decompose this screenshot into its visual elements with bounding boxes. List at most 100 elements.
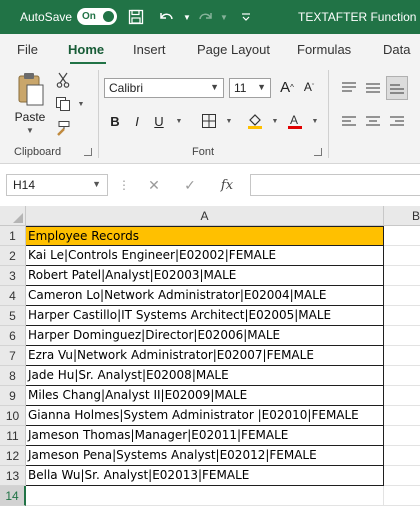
autosave-state: On xyxy=(82,11,96,22)
row-header[interactable]: 10 xyxy=(0,406,26,426)
borders-icon[interactable] xyxy=(198,110,220,132)
cell-b[interactable] xyxy=(384,246,420,266)
redo-icon[interactable] xyxy=(196,7,216,27)
row-header[interactable]: 14 xyxy=(0,486,26,506)
align-left-icon[interactable] xyxy=(338,112,360,132)
align-right-icon[interactable] xyxy=(386,112,408,132)
row-header[interactable]: 2 xyxy=(0,246,26,266)
table-row[interactable]: Miles Chang|Analyst II|E02009|MALE xyxy=(26,386,384,406)
cell-b[interactable] xyxy=(384,346,420,366)
copy-dropdown-icon[interactable]: ▼ xyxy=(70,94,92,114)
enter-icon[interactable]: ✓ xyxy=(178,174,202,196)
select-all-button[interactable] xyxy=(0,206,26,226)
table-row[interactable]: Bella Wu|Sr. Analyst|E02013|FEMALE xyxy=(26,466,384,486)
undo-icon[interactable] xyxy=(156,7,176,27)
chevron-down-icon: ▼ xyxy=(257,82,266,92)
tab-insert[interactable]: Insert xyxy=(133,42,166,57)
tab-page-layout[interactable]: Page Layout xyxy=(197,42,270,57)
table-row[interactable]: Cameron Lo|Network Administrator|E02004|… xyxy=(26,286,384,306)
tab-data[interactable]: Data xyxy=(383,42,410,57)
svg-text:A: A xyxy=(290,113,298,127)
formula-bar-splitter[interactable]: ⋮ xyxy=(118,178,130,192)
cell-b[interactable] xyxy=(384,266,420,286)
ribbon: Paste ▼ ▼ Clipboard Calibri ▼ 11 ▼ A ^ Aˇ… xyxy=(0,64,420,164)
clipboard-launcher-icon[interactable] xyxy=(84,148,92,156)
font-launcher-icon[interactable] xyxy=(314,148,322,156)
save-icon[interactable] xyxy=(126,7,146,27)
tab-formulas[interactable]: Formulas xyxy=(297,42,351,57)
align-center-icon[interactable] xyxy=(362,112,384,132)
increase-font-size-icon[interactable]: A ^ xyxy=(276,77,298,97)
align-middle-icon[interactable] xyxy=(362,78,384,98)
cell-b[interactable] xyxy=(384,226,420,246)
table-row[interactable]: Jameson Thomas|Manager|E02011|FEMALE xyxy=(26,426,384,446)
formula-input[interactable] xyxy=(250,174,420,196)
cell-b[interactable] xyxy=(384,486,420,506)
underline-dropdown-icon[interactable]: ▼ xyxy=(168,110,190,132)
tab-home[interactable]: Home xyxy=(68,42,104,57)
cell-b[interactable] xyxy=(384,326,420,346)
decrease-font-size-icon[interactable]: Aˇ xyxy=(298,77,320,97)
fill-color-icon[interactable] xyxy=(244,110,266,132)
table-row[interactable]: Gianna Holmes|System Administrator |E020… xyxy=(26,406,384,426)
align-top-icon[interactable] xyxy=(338,78,360,98)
cell-b[interactable] xyxy=(384,306,420,326)
cut-icon[interactable] xyxy=(52,70,74,90)
font-group-label: Font xyxy=(192,146,215,158)
format-painter-icon[interactable] xyxy=(52,118,74,138)
customize-toolbar-icon[interactable] xyxy=(236,7,256,27)
underline-button[interactable]: U xyxy=(148,110,170,132)
row-header[interactable]: 1 xyxy=(0,226,26,246)
row-header[interactable]: 7 xyxy=(0,346,26,366)
table-row[interactable]: Jameson Pena|Systems Analyst|E02012|FEMA… xyxy=(26,446,384,466)
font-size-select[interactable]: 11 ▼ xyxy=(229,78,271,98)
autosave-toggle[interactable]: On xyxy=(77,8,117,25)
row-header[interactable]: 8 xyxy=(0,366,26,386)
name-box[interactable]: H14 ▼ xyxy=(6,174,108,196)
row-header[interactable]: 3 xyxy=(0,266,26,286)
row-header[interactable]: 4 xyxy=(0,286,26,306)
title-bar: AutoSave On ▼ ▼ TEXTAFTER Function xyxy=(0,0,420,34)
table-row[interactable]: Kai Le|Controls Engineer|E02002|FEMALE xyxy=(26,246,384,266)
table-row[interactable]: Harper Dominguez|Director|E02006|MALE xyxy=(26,326,384,346)
clipboard-group-label: Clipboard xyxy=(14,146,62,158)
table-header-cell[interactable]: Employee Records xyxy=(26,226,384,246)
undo-dropdown-icon[interactable]: ▼ xyxy=(177,7,197,27)
borders-dropdown-icon[interactable]: ▼ xyxy=(218,110,240,132)
row-header[interactable]: 13 xyxy=(0,466,26,486)
font-color-icon[interactable]: A xyxy=(284,110,306,132)
table-row[interactable]: Jade Hu|Sr. Analyst|E02008|MALE xyxy=(26,366,384,386)
fill-color-dropdown-icon[interactable]: ▼ xyxy=(264,110,286,132)
cell-b[interactable] xyxy=(384,446,420,466)
table-row[interactable]: Ezra Vu|Network Administrator|E02007|FEM… xyxy=(26,346,384,366)
cell-b[interactable] xyxy=(384,286,420,306)
row-header[interactable]: 6 xyxy=(0,326,26,346)
row-header[interactable]: 11 xyxy=(0,426,26,446)
tab-file[interactable]: File xyxy=(17,42,38,57)
paste-label: Paste xyxy=(14,110,46,124)
autosave-label: AutoSave xyxy=(20,10,73,24)
table-row[interactable] xyxy=(26,486,384,506)
cell-b[interactable] xyxy=(384,386,420,406)
bold-button[interactable]: B xyxy=(104,110,126,132)
cell-b[interactable] xyxy=(384,366,420,386)
redo-dropdown-icon[interactable]: ▼ xyxy=(214,7,234,27)
insert-function-icon[interactable]: fx xyxy=(215,174,239,196)
table-row[interactable]: Robert Patel|Analyst|E02003|MALE xyxy=(26,266,384,286)
cell-b[interactable] xyxy=(384,406,420,426)
italic-button[interactable]: I xyxy=(126,110,148,132)
column-header-b[interactable]: B xyxy=(384,206,420,226)
row-header[interactable]: 9 xyxy=(0,386,26,406)
paste-button[interactable]: Paste ▼ xyxy=(10,70,50,135)
row-header[interactable]: 12 xyxy=(0,446,26,466)
table-row[interactable]: Harper Castillo|IT Systems Architect|E02… xyxy=(26,306,384,326)
cancel-icon[interactable]: ✕ xyxy=(142,174,166,196)
column-header-a[interactable]: A xyxy=(26,206,384,226)
cell-b[interactable] xyxy=(384,426,420,446)
align-bottom-icon[interactable] xyxy=(386,76,408,100)
row-header[interactable]: 5 xyxy=(0,306,26,326)
name-box-value: H14 xyxy=(13,178,36,192)
font-color-dropdown-icon[interactable]: ▼ xyxy=(304,110,326,132)
cell-b[interactable] xyxy=(384,466,420,486)
font-name-select[interactable]: Calibri ▼ xyxy=(104,78,224,98)
